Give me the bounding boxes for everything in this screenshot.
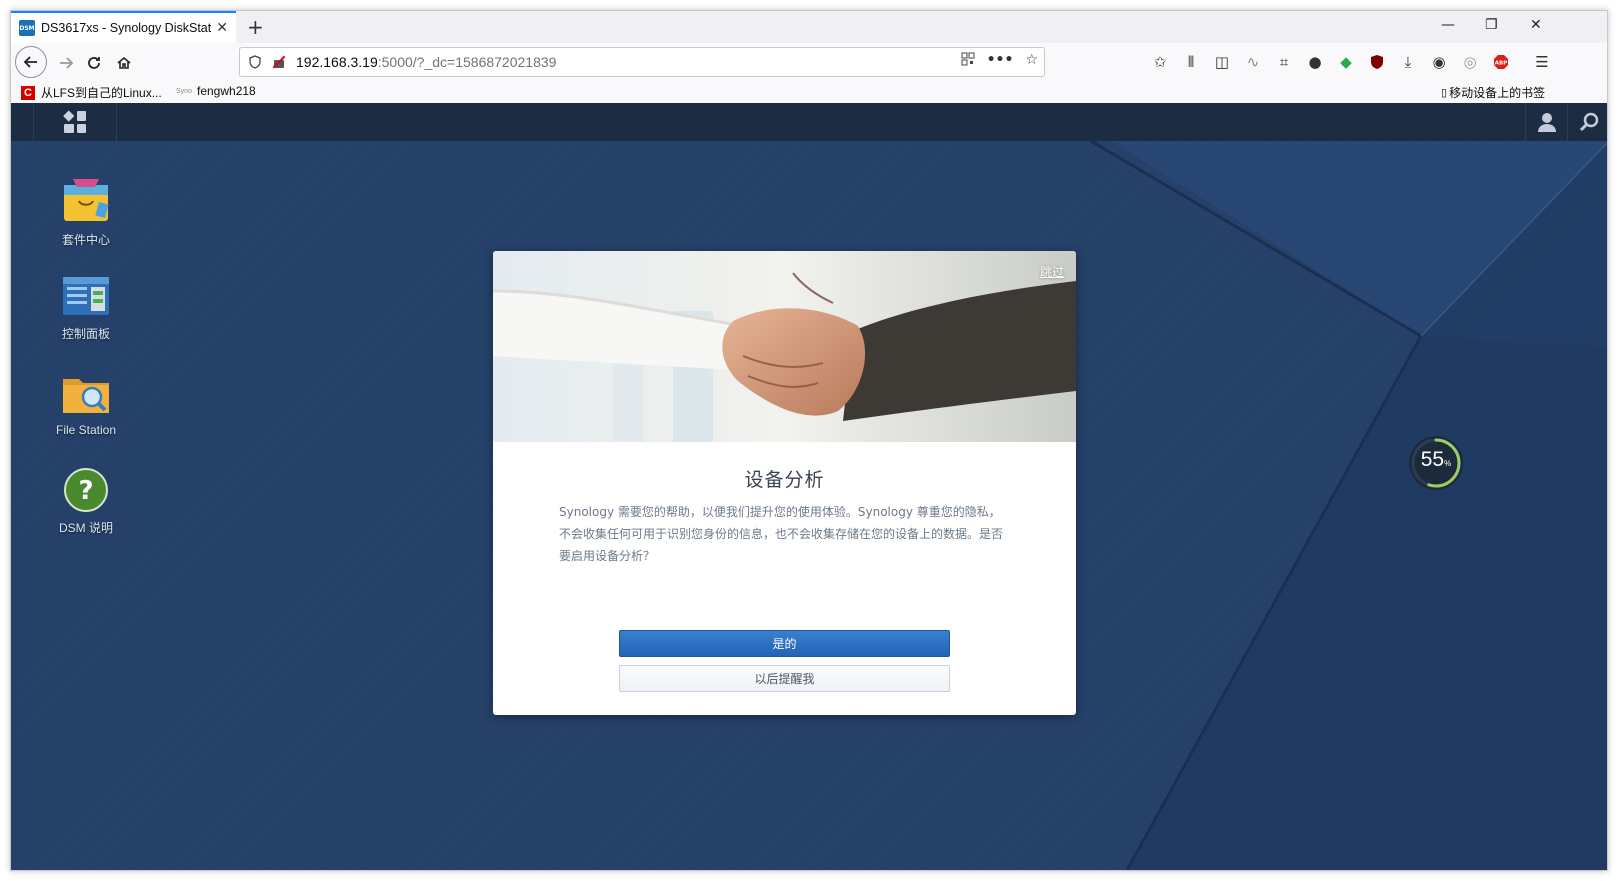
- desktop-icon-dsm-help[interactable]: ? DSM 说明: [31, 467, 141, 536]
- insecure-lock-icon[interactable]: [272, 55, 286, 69]
- minimize-button[interactable]: —: [1441, 17, 1455, 33]
- restore-button[interactable]: ❐: [1485, 17, 1498, 33]
- back-arrow-icon: [23, 56, 37, 68]
- browser-window: DSM DS3617xs - Synology DiskStation ✕ + …: [10, 10, 1608, 871]
- url-host: 192.168.3.19: [296, 54, 378, 70]
- ublock-icon[interactable]: [1368, 53, 1386, 71]
- bookmarks-star-list-icon[interactable]: ✩: [1151, 53, 1169, 71]
- resource-monitor-widget[interactable]: 55%: [1407, 434, 1465, 492]
- new-tab-button[interactable]: +: [247, 15, 264, 39]
- url-bar[interactable]: 192.168.3.19:5000/?_dc=1586872021839 •••…: [239, 47, 1045, 77]
- desktop-icon-label: 套件中心: [61, 233, 110, 247]
- adblock-plus-icon[interactable]: ABP: [1492, 53, 1510, 71]
- dsm-favicon-icon: DSM: [19, 20, 35, 36]
- sidebar-icon[interactable]: ◫: [1213, 53, 1231, 71]
- dialog-body-text: Synology 需要您的帮助，以便我们提升您的使用体验。Synology 尊重…: [559, 505, 1004, 563]
- bookmark-label: 从LFS到自己的Linux...: [41, 86, 162, 100]
- url-path: :5000/?_dc=1586872021839: [377, 54, 557, 70]
- handshake-hero-image: [493, 251, 1076, 442]
- main-menu-icon: [63, 110, 86, 133]
- svg-text:?: ?: [78, 476, 93, 506]
- bookmarks-bar: C 从LFS到自己的Linux... Syno fengwh218 ▯ 移动设备…: [11, 81, 1607, 103]
- home-button[interactable]: [109, 48, 139, 78]
- package-center-icon: [64, 179, 109, 221]
- device-analytics-dialog: 跳过 设备分析 Synology 需要您的帮助，以便我们提升您的使用体验。Syn…: [493, 251, 1076, 715]
- desktop-icon-label: DSM 说明: [58, 521, 113, 535]
- red-c-icon: C: [21, 85, 35, 100]
- synology-icon: Syno: [176, 87, 192, 95]
- gauge-number: 55: [1420, 448, 1445, 471]
- gauge-unit: %: [1444, 459, 1452, 468]
- yes-button[interactable]: 是的: [619, 630, 950, 657]
- green-extension-icon[interactable]: ◆: [1337, 53, 1355, 71]
- desktop-icon-package-center[interactable]: 套件中心: [31, 175, 141, 248]
- download-icon[interactable]: ⤓: [1399, 53, 1417, 71]
- close-tab-icon[interactable]: ✕: [216, 20, 228, 36]
- svg-text:ABP: ABP: [1495, 61, 1507, 67]
- search-button[interactable]: [1567, 103, 1607, 141]
- help-icon: ?: [64, 468, 108, 512]
- navigation-toolbar: 192.168.3.19:5000/?_dc=1586872021839 •••…: [11, 43, 1607, 81]
- gauge-value: 55%: [1407, 448, 1465, 472]
- tab-title: DS3617xs - Synology DiskStation: [41, 21, 211, 35]
- reload-button[interactable]: [79, 48, 109, 78]
- tab-dsm[interactable]: DSM DS3617xs - Synology DiskStation ✕: [11, 11, 236, 43]
- user-icon: [1537, 113, 1556, 132]
- dsm-taskbar: [11, 103, 1607, 141]
- main-menu-button[interactable]: [33, 103, 117, 141]
- tab-strip: DSM DS3617xs - Synology DiskStation ✕ + …: [11, 11, 1607, 43]
- chat-icon[interactable]: ●: [1306, 53, 1324, 71]
- forward-button[interactable]: [51, 48, 81, 78]
- gesture-icon[interactable]: ∿: [1244, 53, 1262, 71]
- back-button[interactable]: [15, 46, 47, 78]
- bookmark-label: fengwh218: [197, 84, 256, 98]
- mobile-bookmarks[interactable]: ▯ 移动设备上的书签: [1441, 84, 1545, 101]
- dialog-title: 设备分析: [744, 469, 825, 491]
- control-panel-icon: [63, 277, 109, 315]
- menu-hamburger-icon[interactable]: ☰: [1533, 53, 1551, 71]
- search-icon: [1579, 112, 1598, 132]
- remind-later-button[interactable]: 以后提醒我: [619, 665, 950, 692]
- toolbar-icons: ✩ ⫴ ◫ ∿ ⌗ ● ◆ ⤓ ◉ ◎ ABP ☰: [1151, 53, 1551, 71]
- qr-code-icon[interactable]: [961, 52, 975, 70]
- home-icon: [117, 56, 131, 69]
- page-actions-icon[interactable]: •••: [987, 52, 1014, 70]
- dsm-desktop: 套件中心 控制面板 File Station ? DSM 说明 55% 跳过 设…: [11, 103, 1607, 870]
- file-station-icon: [63, 379, 109, 413]
- bookmark-item-lfs[interactable]: C 从LFS到自己的Linux...: [21, 84, 162, 101]
- bookmark-item-fengwh218[interactable]: Syno fengwh218: [176, 84, 256, 98]
- extension-gray-icon[interactable]: ◎: [1461, 53, 1479, 71]
- close-window-button[interactable]: ✕: [1530, 17, 1542, 33]
- mobile-device-icon: ▯: [1441, 87, 1448, 99]
- tracking-shield-icon[interactable]: [248, 55, 262, 69]
- reload-icon: [88, 57, 100, 69]
- account-icon[interactable]: ◉: [1430, 53, 1448, 71]
- desktop-icon-file-station[interactable]: File Station: [31, 371, 141, 437]
- user-button[interactable]: [1525, 103, 1567, 141]
- bookmark-star-icon[interactable]: ☆: [1025, 52, 1038, 70]
- skip-link[interactable]: 跳过: [1040, 263, 1064, 280]
- library-icon[interactable]: ⫴: [1182, 53, 1200, 71]
- desktop-icon-label: 控制面板: [61, 327, 110, 341]
- screenshot-crop-icon[interactable]: ⌗: [1275, 53, 1293, 71]
- forward-arrow-icon: [60, 57, 74, 69]
- mobile-bookmarks-label: 移动设备上的书签: [1449, 86, 1546, 100]
- url-text[interactable]: 192.168.3.19:5000/?_dc=1586872021839: [296, 54, 556, 70]
- desktop-icon-label: File Station: [55, 423, 117, 437]
- desktop-icon-control-panel[interactable]: 控制面板: [31, 273, 141, 342]
